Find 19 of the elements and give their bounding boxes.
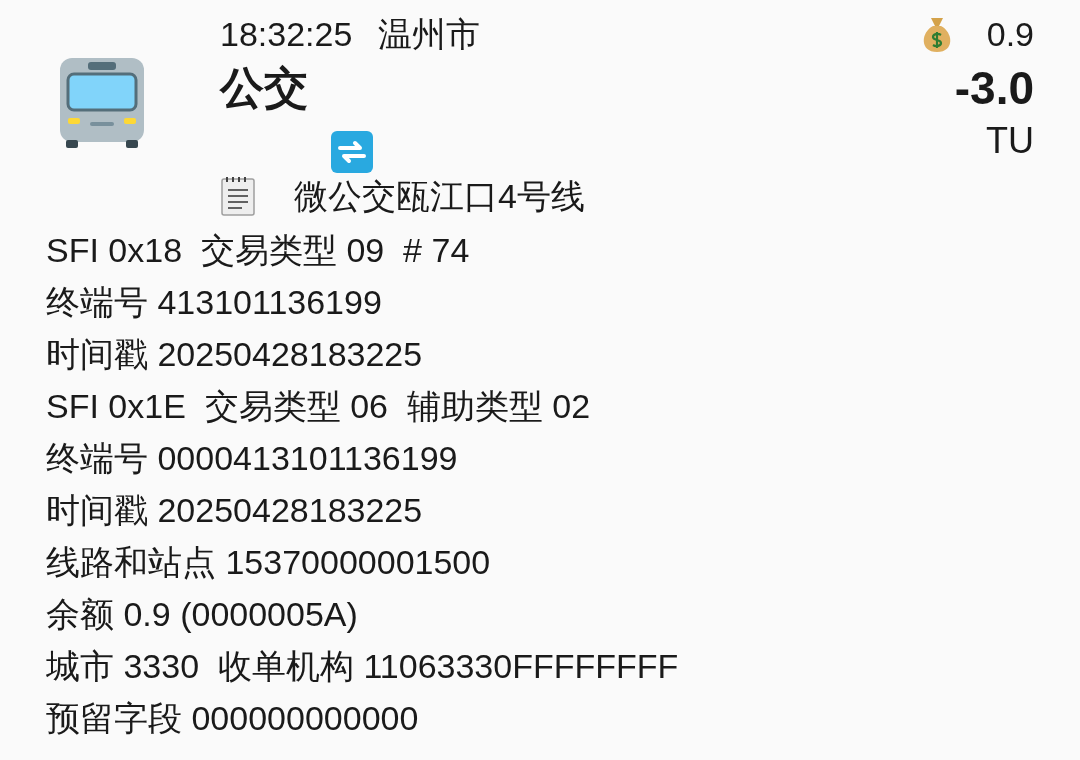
notepad-icon <box>220 176 256 216</box>
balance-text: 0.9 <box>986 14 1034 55</box>
time-text: 18:32:25 <box>220 14 353 55</box>
detail-line: 余额 0.9 (0000005A) <box>46 594 358 635</box>
detail-line: 城市 3330 收单机构 11063330FFFFFFFF <box>46 646 679 687</box>
refresh-icon[interactable] <box>330 130 374 174</box>
detail-line: 终端号 413101136199 <box>46 282 382 323</box>
detail-line: 时间戳 20250428183225 <box>46 334 423 375</box>
unit-text: TU <box>986 119 1034 163</box>
detail-line: 预留字段 000000000000 <box>46 698 419 739</box>
detail-line: 终端号 0000413101136199 <box>46 438 458 479</box>
city-text: 温州市 <box>378 14 481 55</box>
amount-text: -3.0 <box>954 61 1034 116</box>
detail-line: 线路和站点 15370000001500 <box>46 542 491 583</box>
detail-line: SFI 0x18 交易类型 09 # 74 <box>46 230 470 271</box>
title-text: 公交 <box>220 62 308 114</box>
detail-line: 时间戳 20250428183225 <box>46 490 423 531</box>
detail-line: SFI 0x1E 交易类型 06 辅助类型 02 <box>46 386 591 427</box>
route-text: 微公交瓯江口4号线 <box>294 176 585 217</box>
